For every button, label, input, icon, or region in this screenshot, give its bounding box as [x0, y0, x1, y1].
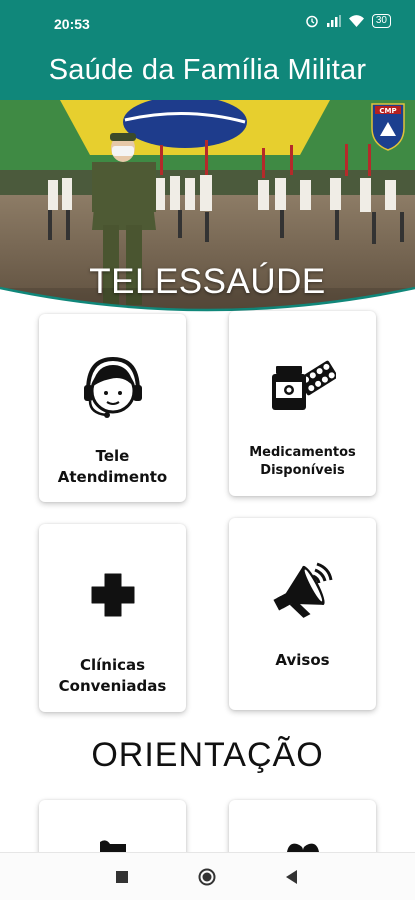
tele-atendimento-label-line1: Tele: [95, 447, 130, 465]
app-bar: Saúde da Família Militar: [0, 48, 415, 100]
system-navigation-bar: [0, 852, 415, 900]
tele-atendimento-card[interactable]: Tele Atendimento: [39, 314, 186, 502]
telessaude-banner: CMP TELESSAÚDE: [0, 100, 415, 312]
medicamentos-label: Medicamentos Disponíveis: [233, 444, 372, 480]
orientacao-section-title: ORIENTAÇÃO: [91, 736, 324, 774]
megaphone-icon: [272, 562, 332, 618]
tele-atendimento-label-line2: Atendimento: [57, 468, 168, 486]
home-icon[interactable]: [198, 868, 216, 886]
medicamentos-label-line2: Disponíveis: [260, 463, 345, 478]
badge-text: CMP: [379, 107, 396, 115]
medicine-bottle-pills-icon: [271, 360, 336, 410]
status-icons: 30: [305, 14, 391, 28]
signal-icon: [326, 15, 341, 27]
headset-agent-icon: [83, 357, 142, 418]
banner-title: TELESSAÚDE: [89, 262, 326, 301]
orientacao-left-icon: [99, 840, 126, 852]
tele-atendimento-label: Tele Atendimento: [43, 446, 182, 488]
battery-indicator: 30: [371, 14, 391, 28]
medicamentos-card[interactable]: Medicamentos Disponíveis: [229, 311, 376, 496]
medicamentos-label-line1: Medicamentos: [249, 445, 356, 460]
status-time: 20:53: [54, 16, 90, 32]
avisos-card[interactable]: Avisos: [229, 518, 376, 710]
avisos-label: Avisos: [275, 651, 330, 669]
clinicas-label-line1: Clínicas: [79, 656, 146, 674]
recent-apps-icon[interactable]: [116, 871, 128, 883]
orientacao-right-icon: [286, 843, 319, 852]
alarm-icon: [306, 15, 318, 28]
wifi-icon: [348, 15, 364, 27]
cmp-badge-logo: CMP: [371, 103, 405, 151]
clinicas-card[interactable]: Clínicas Conveniadas: [39, 524, 186, 712]
medical-cross-icon: [91, 573, 134, 617]
clinicas-label-line2: Conveniadas: [58, 677, 167, 695]
clinicas-label: Clínicas Conveniadas: [43, 655, 182, 697]
back-icon[interactable]: [286, 870, 298, 884]
status-bar: 20:53 30: [0, 0, 415, 48]
app-title: Saúde da Família Militar: [48, 54, 367, 86]
